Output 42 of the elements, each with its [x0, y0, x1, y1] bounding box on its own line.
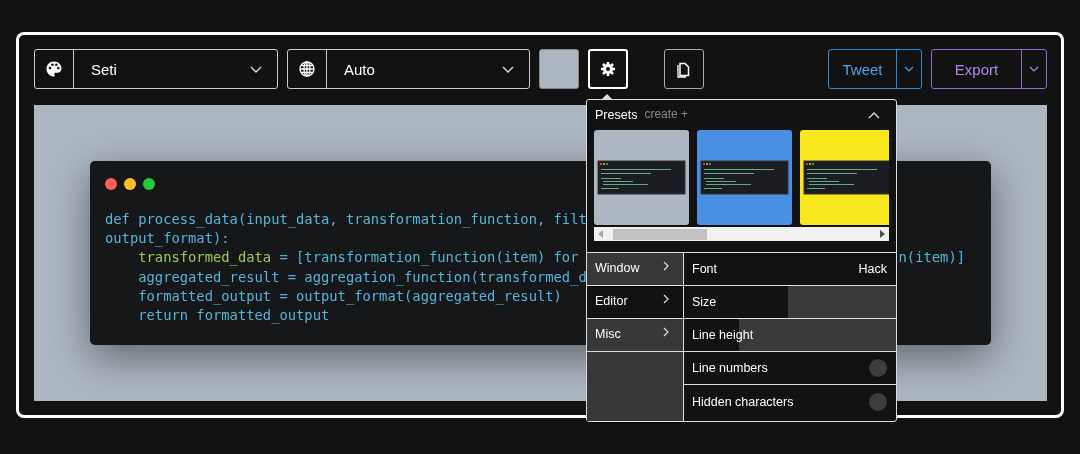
scroll-right-icon	[880, 230, 885, 238]
code-line: def process_data(input_data, transformation_function, filt	[105, 210, 587, 230]
scrollbar-thumb[interactable]	[613, 228, 707, 240]
setting-label: Line height	[692, 328, 754, 342]
presets-title: Presets	[595, 108, 638, 122]
settings-button[interactable]	[588, 49, 628, 89]
chevron-up-icon[interactable]	[868, 111, 880, 119]
code-line: formatted_output = output_format(aggregated_result)	[137, 286, 562, 306]
chevron-right-icon	[663, 327, 669, 337]
gear-icon	[600, 61, 616, 77]
scroll-left-icon	[598, 230, 603, 238]
preset-thumbnail[interactable]	[697, 130, 792, 225]
theme-select[interactable]: Seti	[34, 49, 278, 89]
code-line: return formatted_output	[137, 306, 330, 326]
copy-button[interactable]	[664, 49, 704, 89]
maximize-dot	[143, 178, 155, 190]
chevron-down-icon	[1028, 64, 1040, 74]
minimize-dot	[124, 178, 136, 190]
close-dot	[105, 178, 117, 190]
toggle-switch[interactable]	[869, 359, 887, 377]
create-link[interactable]: create +	[644, 106, 689, 121]
setting-label: Hidden characters	[692, 395, 794, 409]
setting-label: Font	[692, 262, 717, 276]
setting-value[interactable]: Hack	[858, 262, 887, 276]
setting-label: Line numbers	[692, 361, 768, 375]
code-line: aggregated_result = aggregation_function(transformed_d	[137, 267, 587, 287]
document-icon	[676, 60, 692, 78]
language-select[interactable]: Auto	[287, 49, 530, 89]
palette-icon	[45, 60, 63, 78]
globe-icon	[298, 60, 316, 78]
chevron-down-icon	[903, 64, 915, 74]
code-line: transformed_data = [transformation_function(item) for	[137, 248, 579, 268]
toggle-switch[interactable]	[869, 393, 887, 411]
setting-label: Size	[692, 295, 717, 309]
chevron-right-icon	[663, 294, 669, 304]
chevron-right-icon	[663, 261, 669, 271]
code-line: n(item)]	[898, 248, 965, 268]
preset-thumbnail[interactable]	[594, 130, 689, 225]
preset-thumbnail[interactable]	[800, 130, 889, 225]
color-swatch[interactable]	[539, 49, 579, 89]
code-line: output_format):	[105, 229, 230, 249]
menu-item[interactable]: Editor	[587, 286, 683, 319]
